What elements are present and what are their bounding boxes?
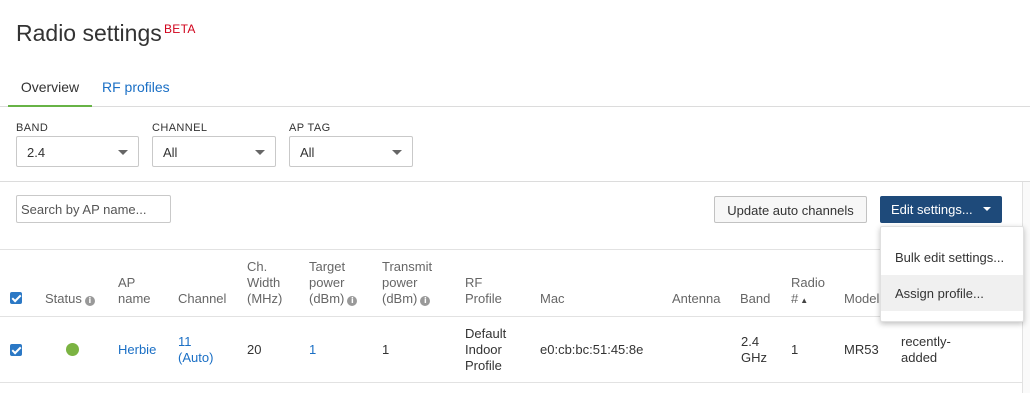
ap-name-link[interactable]: Herbie [118, 342, 156, 358]
th-ap-name-line2: name [118, 291, 151, 306]
th-model[interactable]: Model [844, 291, 879, 307]
tag-line1: recently- [901, 334, 951, 349]
edit-settings-button[interactable]: Edit settings... [880, 196, 1002, 223]
rf-profile-line3: Profile [465, 358, 502, 373]
th-transmit-power[interactable]: Transmit power (dBm) i [382, 259, 432, 307]
tag-line2: added [901, 350, 938, 365]
th-antenna[interactable]: Antenna [672, 291, 720, 307]
th-radio-line2: # [791, 291, 799, 306]
channel-mode: (Auto) [178, 350, 214, 365]
update-auto-channels-button[interactable]: Update auto channels [714, 196, 867, 223]
filter-bar: BAND 2.4 CHANNEL All AP TAG All [0, 107, 1030, 182]
info-icon: i [347, 296, 358, 306]
band-value-line1: 2.4 [741, 334, 760, 349]
ap-tag-select[interactable]: All [289, 136, 413, 167]
model-value: MR53 [844, 342, 879, 357]
th-mac[interactable]: Mac [540, 291, 565, 307]
tab-bar: Overview RF profiles [0, 74, 1030, 107]
th-target-line3: (dBm) [309, 291, 345, 306]
chevron-down-icon [118, 150, 128, 155]
chevron-down-icon [392, 150, 402, 155]
menu-item-assign-profile[interactable]: Assign profile... [881, 275, 1023, 311]
th-target-line2: power [309, 275, 345, 290]
select-all-checkbox[interactable] [10, 292, 22, 304]
channel-filter-label: CHANNEL [152, 122, 208, 134]
radio-value: 1 [791, 342, 799, 357]
th-rf-line1: RF [465, 275, 483, 290]
page-title: Radio settings [16, 20, 162, 46]
ap-tag-filter-label: AP TAG [289, 122, 331, 134]
th-target-line1: Target [309, 259, 346, 274]
band-select[interactable]: 2.4 [16, 136, 139, 167]
info-icon: i [84, 296, 95, 306]
channel-select-value: All [163, 145, 178, 160]
th-transmit-line1: Transmit [382, 259, 433, 274]
ch-width-value: 20 [247, 342, 262, 357]
edit-settings-label: Edit settings... [891, 202, 973, 217]
beta-badge: BETA [164, 22, 196, 36]
band-value-line2: GHz [741, 350, 767, 365]
header-border [0, 316, 1030, 317]
tab-rf-profiles[interactable]: RF profiles [102, 79, 170, 95]
rf-profile-line1: Default [465, 326, 507, 341]
info-icon: i [420, 296, 431, 306]
transmit-power-value: 1 [382, 342, 390, 357]
th-ch-width-line2: Width [247, 275, 281, 290]
th-transmit-line3: (dBm) [382, 291, 418, 306]
band-select-value: 2.4 [27, 145, 46, 160]
table-top-border [0, 249, 1030, 250]
th-transmit-line2: power [382, 275, 418, 290]
row-checkbox[interactable] [10, 344, 22, 356]
chevron-down-icon [255, 150, 265, 155]
th-status-label: Status [45, 291, 82, 306]
mac-value: e0:cb:bc:51:45:8e [540, 342, 644, 357]
th-target-power[interactable]: Target power (dBm) i [309, 259, 358, 307]
rf-profile-line2: Indoor [465, 342, 502, 357]
th-rf-line2: Profile [465, 291, 502, 306]
menu-item-bulk-edit[interactable]: Bulk edit settings... [881, 239, 1023, 275]
sort-ascending-icon: ▲ [800, 296, 809, 305]
search-input[interactable]: Search by AP name... [16, 195, 171, 223]
row-border [0, 382, 1030, 383]
th-ap-name-line1: AP [118, 275, 136, 290]
th-radio[interactable]: Radio # ▲ [791, 275, 825, 309]
th-status[interactable]: Status i [45, 291, 95, 307]
edit-settings-menu: Bulk edit settings... Assign profile... [880, 226, 1024, 322]
channel-value: 11 [178, 334, 192, 349]
th-radio-line1: Radio [791, 275, 825, 290]
channel-link[interactable]: 11 (Auto) [178, 334, 213, 366]
th-ch-width-line1: Ch. [247, 259, 268, 274]
ap-tag-select-value: All [300, 145, 315, 160]
th-band[interactable]: Band [740, 291, 770, 307]
channel-select[interactable]: All [152, 136, 276, 167]
target-power-link[interactable]: 1 [309, 342, 316, 358]
th-channel[interactable]: Channel [178, 291, 226, 307]
th-ap-name[interactable]: AP name [118, 275, 151, 307]
tab-overview[interactable]: Overview [8, 79, 92, 107]
tags-value: recently- added [901, 334, 951, 366]
rf-profile-value: Default Indoor Profile [465, 326, 506, 374]
chevron-down-icon [983, 207, 991, 211]
status-online-icon [66, 343, 79, 356]
th-rf-profile[interactable]: RF Profile [465, 275, 502, 307]
band-value: 2.4 GHz [741, 334, 767, 366]
band-filter-label: BAND [16, 122, 49, 134]
th-ch-width-line3: (MHz) [247, 291, 283, 306]
th-ch-width[interactable]: Ch. Width (MHz) [247, 259, 282, 307]
